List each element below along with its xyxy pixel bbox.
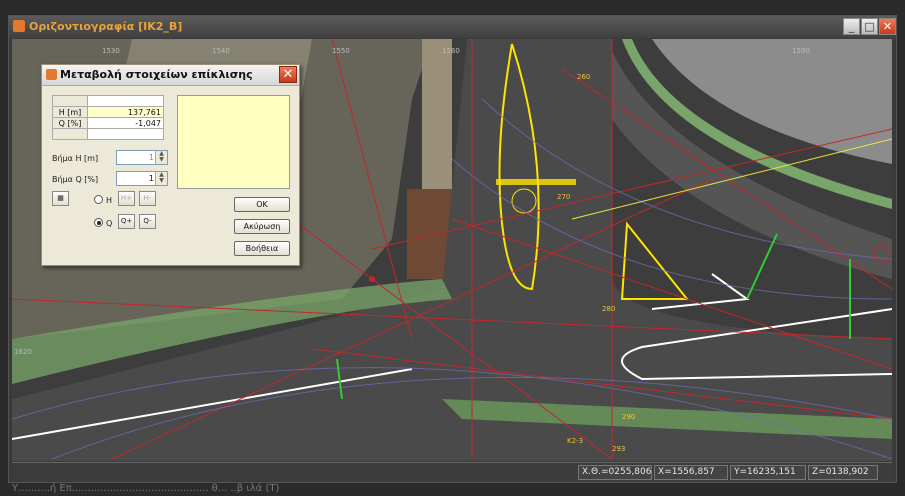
tick-label: 1560: [442, 47, 460, 55]
window-titlebar: Οριζοντιογραφία [IK2_B] _ □ ✕: [9, 16, 896, 38]
map-viewport[interactable]: 1530 1540 1550 1560 1590 1620 260 270 28…: [12, 39, 892, 461]
q-minus-button[interactable]: Q-: [139, 214, 156, 229]
tick-label: 1590: [792, 47, 810, 55]
tick-label: 1540: [212, 47, 230, 55]
step-q-value: 1: [148, 174, 154, 183]
dialog-app-icon: [46, 69, 57, 80]
values-grid: H [m] 137,761 Q [%] -1,047: [52, 95, 164, 140]
step-h-value: 1: [148, 153, 154, 162]
q-plus-button[interactable]: Q+: [118, 214, 135, 229]
radio-q[interactable]: Q: [94, 218, 112, 228]
radio-q-label: Q: [106, 219, 113, 228]
tick-label: 1530: [102, 47, 120, 55]
station-label: 260: [577, 73, 590, 81]
grid-label: H [m]: [52, 106, 88, 118]
status-x: X=1556,857: [654, 465, 728, 480]
app-icon: [13, 20, 25, 32]
h-value-cell[interactable]: 137,761: [87, 106, 164, 118]
step-q-spinner[interactable]: 1 ▲ ▼: [116, 171, 168, 186]
tick-label: 1550: [332, 47, 350, 55]
help-button[interactable]: Βοήθεια: [234, 241, 290, 256]
table-view-button[interactable]: ▦: [52, 191, 69, 206]
window-title: Οριζοντιογραφία [IK2_B]: [29, 20, 183, 33]
radio-h-label: H: [106, 196, 113, 205]
grid-header-cell: [87, 95, 164, 107]
step-q-label: Βήμα Q [%]: [52, 175, 99, 184]
spinner-arrows-icon[interactable]: ▲ ▼: [155, 151, 167, 164]
step-h-label: Βήμα H [m]: [52, 154, 99, 163]
station-marker: K2-3: [567, 437, 583, 445]
station-label: 293: [612, 445, 625, 453]
station-label: 290: [622, 413, 635, 421]
dialog-titlebar: Μεταβολή στοιχείων επίκλισης ✕: [42, 65, 299, 86]
status-y: Y=16235,151: [730, 465, 806, 480]
dialog-title: Μεταβολή στοιχείων επίκλισης: [60, 68, 253, 81]
bridge-pier: [422, 39, 452, 204]
status-z: Z=0138,902: [808, 465, 878, 480]
status-station: X.Θ.=0255,806: [578, 465, 652, 480]
footer-caption: Υ..........ή Επ.........................…: [12, 483, 280, 494]
spinner-arrows-icon[interactable]: ▲ ▼: [155, 172, 167, 185]
ok-button[interactable]: OK: [234, 197, 290, 212]
table-row: Q [%] -1,047: [52, 117, 164, 129]
grid-label: Q [%]: [52, 117, 88, 129]
grid-header-cell: [52, 95, 88, 107]
h-minus-button[interactable]: H-: [139, 191, 156, 206]
dialog-close-button[interactable]: ✕: [279, 66, 297, 83]
radio-q-dot[interactable]: [94, 218, 103, 227]
step-h-spinner[interactable]: 1 ▲ ▼: [116, 150, 168, 165]
minimize-button[interactable]: _: [843, 18, 860, 35]
red-node: [369, 276, 375, 282]
station-label: 280: [602, 305, 615, 313]
yellow-bar-station: [496, 179, 576, 185]
main-window: Οριζοντιογραφία [IK2_B] _ □ ✕ 1530 1540 …: [8, 15, 897, 483]
cancel-button[interactable]: Ακύρωση: [234, 219, 290, 234]
close-button[interactable]: ✕: [879, 18, 896, 35]
radio-h[interactable]: H: [94, 195, 112, 205]
station-label: 270: [557, 193, 570, 201]
grid-empty-cell: [52, 128, 88, 140]
tick-label: 1620: [14, 348, 32, 356]
h-plus-button[interactable]: H+: [118, 191, 135, 206]
superelevation-dialog: Μεταβολή στοιχείων επίκλισης ✕ H [m] 137…: [41, 64, 300, 266]
maximize-button[interactable]: □: [861, 18, 878, 35]
radio-h-dot[interactable]: [94, 195, 103, 204]
status-bar: X.Θ.=0255,806 X=1556,857 Y=16235,151 Z=0…: [12, 462, 892, 482]
table-row: H [m] 137,761: [52, 106, 164, 118]
cross-section-preview: [177, 95, 290, 189]
q-value-cell[interactable]: -1,047: [87, 117, 164, 129]
grid-empty-cell: [87, 128, 164, 140]
